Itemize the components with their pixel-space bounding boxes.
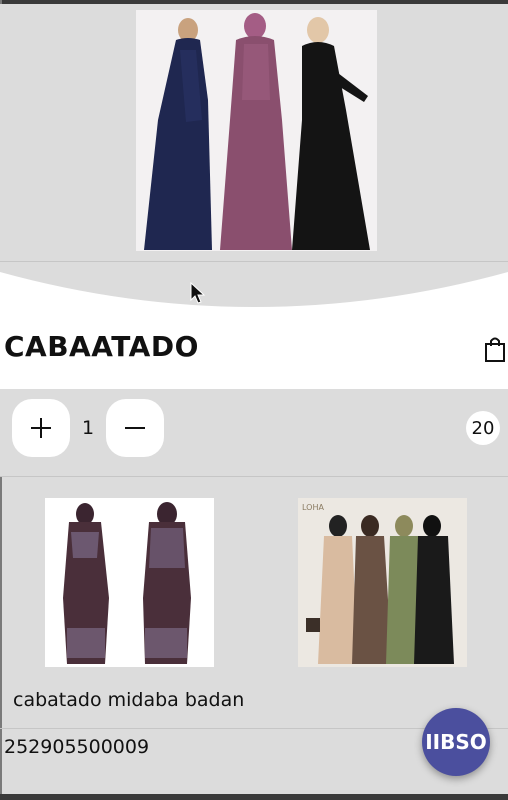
product-header: [0, 262, 508, 389]
brand-mark: LOHA: [302, 503, 324, 512]
contact-phone: 252905500009: [4, 736, 150, 758]
buy-button[interactable]: IIBSO: [422, 708, 490, 776]
curve-shape: [0, 262, 508, 307]
increase-quantity-button[interactable]: [12, 399, 70, 457]
related-product-image[interactable]: [45, 498, 214, 667]
hero-product-image[interactable]: [136, 10, 377, 251]
hero-section: [0, 4, 508, 262]
cart-count-badge[interactable]: 20: [466, 411, 500, 445]
quantity-divider: [0, 476, 508, 477]
window-bottom-edge: [0, 794, 508, 800]
minus-icon: [125, 427, 145, 429]
related-product-image-2[interactable]: LOHA: [298, 498, 467, 667]
related-product-caption: cabatado midaba badan: [13, 689, 245, 711]
quantity-value: 1: [82, 417, 95, 439]
decrease-quantity-button[interactable]: [106, 399, 164, 457]
product-title: CABAATADO: [4, 330, 199, 363]
product-photo: LOHA: [298, 498, 467, 667]
shopping-bag-icon[interactable]: [483, 336, 507, 362]
mouse-cursor-icon: [190, 282, 206, 304]
quantity-row: 1 20: [0, 389, 508, 477]
plus-icon: [31, 418, 51, 438]
